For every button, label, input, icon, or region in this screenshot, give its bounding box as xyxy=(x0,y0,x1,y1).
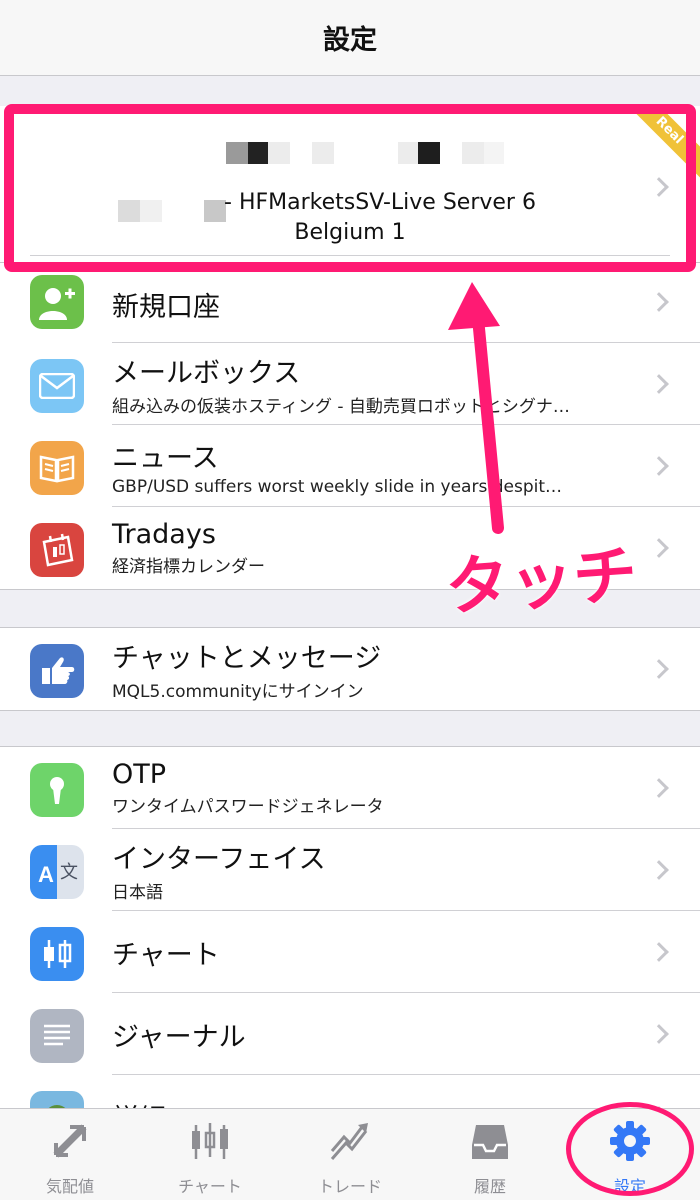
settings-group-3: OTP ワンタイムパスワードジェネレータ A文 インターフェイス 日本語 チャー… xyxy=(0,746,700,1158)
tab-trade[interactable]: トレード xyxy=(290,1109,410,1200)
row-label: OTP xyxy=(112,759,167,790)
server-name: - HFMarketsSV-Live Server 6 xyxy=(224,190,536,215)
server-location: Belgium 1 xyxy=(294,220,406,245)
row-label: ニュース xyxy=(112,442,219,474)
quotes-icon xyxy=(53,1124,87,1158)
settings-gear-icon xyxy=(610,1121,650,1161)
settings-group-2: チャットとメッセージ MQL5.communityにサインイン xyxy=(0,627,700,711)
tab-chart[interactable]: チャート xyxy=(150,1109,270,1200)
tab-label: 設定 xyxy=(613,1177,646,1196)
candlestick-icon xyxy=(30,927,84,981)
annotation-touch-label: タッチ xyxy=(443,538,640,626)
row-label: 新規口座 xyxy=(112,291,220,323)
chevron-right-icon xyxy=(649,456,669,476)
row-label: チャットとメッセージ xyxy=(112,643,382,674)
chevron-right-icon xyxy=(649,659,669,679)
row-interface[interactable]: A文 インターフェイス 日本語 xyxy=(0,829,700,911)
navigation-bar: 設定 xyxy=(0,0,700,76)
divider xyxy=(30,255,670,256)
tab-bar: 気配値 チャート トレード 履歴 設定 xyxy=(0,1108,700,1200)
history-inbox-icon xyxy=(472,1125,508,1159)
account-card[interactable]: - HFMarketsSV-Live Server 6 Belgium 1 Re… xyxy=(0,106,700,270)
row-subtitle: ワンタイムパスワードジェネレータ xyxy=(112,797,384,817)
row-chart[interactable]: チャート xyxy=(0,911,700,993)
tab-settings[interactable]: 設定 xyxy=(570,1109,690,1200)
keyhole-icon xyxy=(30,763,84,817)
row-subtitle: 日本語 xyxy=(112,883,163,903)
row-subtitle: MQL5.communityにサインイン xyxy=(112,682,364,702)
chevron-right-icon xyxy=(649,860,669,880)
row-label: メールボックス xyxy=(112,358,301,389)
translate-icon: A文 xyxy=(30,845,84,899)
chart-tab-icon xyxy=(192,1123,228,1159)
chevron-right-icon xyxy=(649,374,669,394)
row-label: インターフェイス xyxy=(112,844,326,875)
row-mailbox[interactable]: メールボックス 組み込みの仮装ホスティング - 自動売買ロボットとシグナ… xyxy=(0,343,700,425)
tab-history[interactable]: 履歴 xyxy=(430,1109,550,1200)
mail-icon xyxy=(30,359,84,413)
chevron-right-icon xyxy=(649,538,669,558)
news-book-icon xyxy=(30,441,84,495)
add-account-icon xyxy=(30,275,84,329)
redacted-account-name xyxy=(0,142,700,164)
row-label: ジャーナル xyxy=(112,1021,246,1053)
tab-label: チャート xyxy=(178,1177,242,1196)
svg-text:文: 文 xyxy=(60,862,78,883)
row-subtitle: 組み込みの仮装ホスティング - 自動売買ロボットとシグナ… xyxy=(112,397,570,417)
server-info: - HFMarketsSV-Live Server 6 Belgium 1 xyxy=(0,188,700,248)
row-journal[interactable]: ジャーナル xyxy=(0,993,700,1075)
row-otp[interactable]: OTP ワンタイムパスワードジェネレータ xyxy=(0,747,700,829)
page-title: 設定 xyxy=(323,25,377,56)
chevron-right-icon xyxy=(649,942,669,962)
row-label: チャート xyxy=(112,939,220,971)
svg-text:A: A xyxy=(38,862,54,887)
tab-label: 気配値 xyxy=(45,1177,94,1196)
journal-icon xyxy=(30,1009,84,1063)
chat-hand-icon xyxy=(30,644,84,698)
trade-icon xyxy=(330,1123,368,1160)
chevron-right-icon xyxy=(649,1024,669,1044)
row-news[interactable]: ニュース GBP/USD suffers worst weekly slide … xyxy=(0,425,700,507)
calendar-icon xyxy=(30,523,84,577)
tab-label: 履歴 xyxy=(473,1177,506,1196)
row-chat[interactable]: チャットとメッセージ MQL5.communityにサインイン xyxy=(0,628,700,710)
chevron-right-icon xyxy=(649,292,669,312)
row-subtitle: GBP/USD suffers worst weekly slide in ye… xyxy=(112,476,563,497)
chevron-right-icon xyxy=(649,778,669,798)
row-new-account[interactable]: 新規口座 xyxy=(0,263,700,343)
tab-label: トレード xyxy=(317,1177,382,1196)
tab-quotes[interactable]: 気配値 xyxy=(10,1109,130,1200)
